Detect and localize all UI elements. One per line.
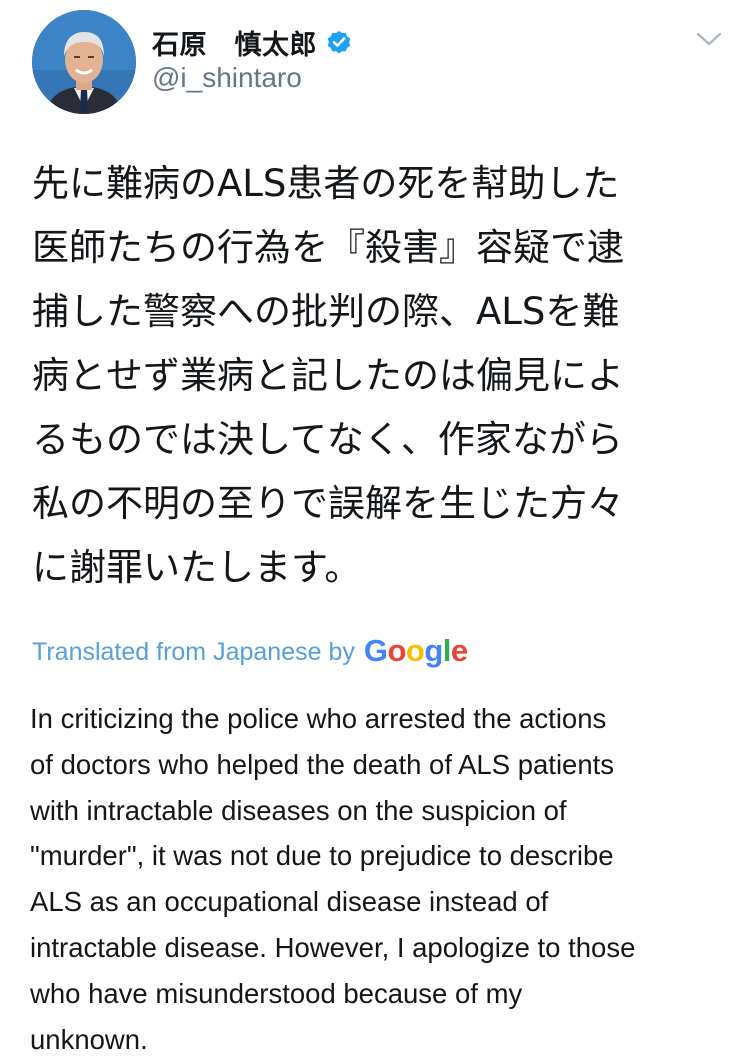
google-logo-letter: l	[442, 633, 452, 668]
translated-text-line: In criticizing the police who arrested t…	[30, 703, 607, 734]
google-logo-letter: o	[387, 633, 406, 668]
translated-text-line: of doctors who helped the death of ALS p…	[30, 748, 615, 780]
google-logo-letter: g	[424, 633, 443, 668]
chevron-down-icon[interactable]	[694, 28, 724, 50]
verified-badge-icon	[325, 28, 353, 56]
google-logo-letter: e	[450, 633, 468, 668]
tweet-text-line: に謝罪いたします。	[32, 546, 362, 589]
tweet-text-line: 先に難病のALS患者の死を幇助した	[32, 162, 620, 205]
tweet: 石原 慎太郎 @i_shintaro 先に難病のALS患者の死を幇助した 医師た…	[0, 0, 750, 1057]
translated-text-line: ALS as an occupational disease instead o…	[30, 886, 549, 918]
user-handle[interactable]: @i_shintaro	[152, 62, 302, 94]
display-name-row[interactable]: 石原 慎太郎	[152, 22, 353, 62]
google-logo-letter: G	[363, 633, 388, 668]
tweet-text-line: 捕した警察への批判の際、ALSを難	[32, 290, 620, 333]
avatar[interactable]	[32, 10, 136, 114]
tweet-text-line: るものでは決してなく、作家ながら	[32, 418, 623, 461]
google-logo-letter: o	[405, 633, 425, 668]
translated-text-line: who have misunderstood because of my	[30, 977, 523, 1009]
translated-from-label[interactable]: Translated from Japanese by	[32, 638, 355, 667]
tweet-text-line: 病とせず業病と記したのは偏見によ	[32, 354, 624, 397]
translated-text-line: intractable disease. However, I apologiz…	[30, 931, 636, 963]
tweet-text-line: 医師たちの行為を『殺害』容疑で逮	[32, 226, 624, 269]
translation-attribution[interactable]: Translated from Japanese by Google	[32, 628, 468, 676]
tweet-text: 先に難病のALS患者の死を幇助した 医師たちの行為を『殺害』容疑で逮 捕した警察…	[32, 152, 732, 600]
avatar-photo	[32, 10, 136, 114]
google-logo: Google	[364, 633, 468, 669]
translated-text-line: "murder", it was not due to prejudice to…	[30, 840, 614, 872]
tweet-text-line: 私の不明の至りで誤解を生じた方々	[32, 482, 624, 525]
translated-text-line: unknown.	[30, 1023, 148, 1055]
translated-text: In criticizing the police who arrested t…	[30, 696, 730, 1062]
translated-text-line: with intractable diseases on the suspici…	[30, 794, 567, 826]
display-name[interactable]: 石原 慎太郎	[152, 23, 317, 62]
